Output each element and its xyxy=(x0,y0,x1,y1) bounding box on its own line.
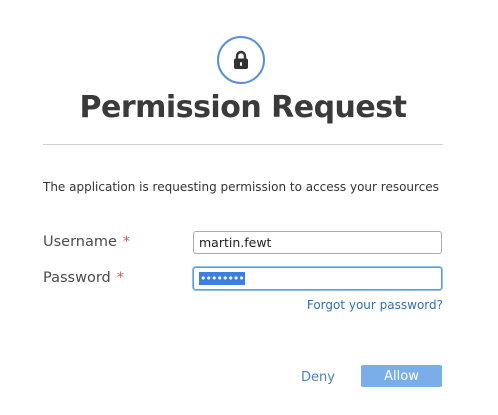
username-value: martin.fewt xyxy=(199,235,272,250)
username-label: Username * xyxy=(43,234,130,250)
lock-icon xyxy=(234,50,248,69)
password-field[interactable]: •••••••• xyxy=(193,267,442,290)
permission-description: The application is requesting permission… xyxy=(43,180,439,194)
username-label-text: Username xyxy=(43,234,117,250)
header-divider xyxy=(43,144,443,145)
page-title: Permission Request xyxy=(79,90,407,125)
forgot-password-link[interactable]: Forgot your password? xyxy=(307,298,443,312)
required-marker: * xyxy=(122,234,131,250)
username-field[interactable]: martin.fewt xyxy=(193,231,442,254)
lock-icon-badge xyxy=(217,36,265,84)
password-label-text: Password xyxy=(43,270,111,286)
deny-button[interactable]: Deny xyxy=(296,367,340,387)
required-marker: * xyxy=(116,270,124,286)
allow-button[interactable]: Allow xyxy=(361,365,442,387)
password-label: Password * xyxy=(43,270,124,286)
password-value: •••••••• xyxy=(199,272,245,285)
